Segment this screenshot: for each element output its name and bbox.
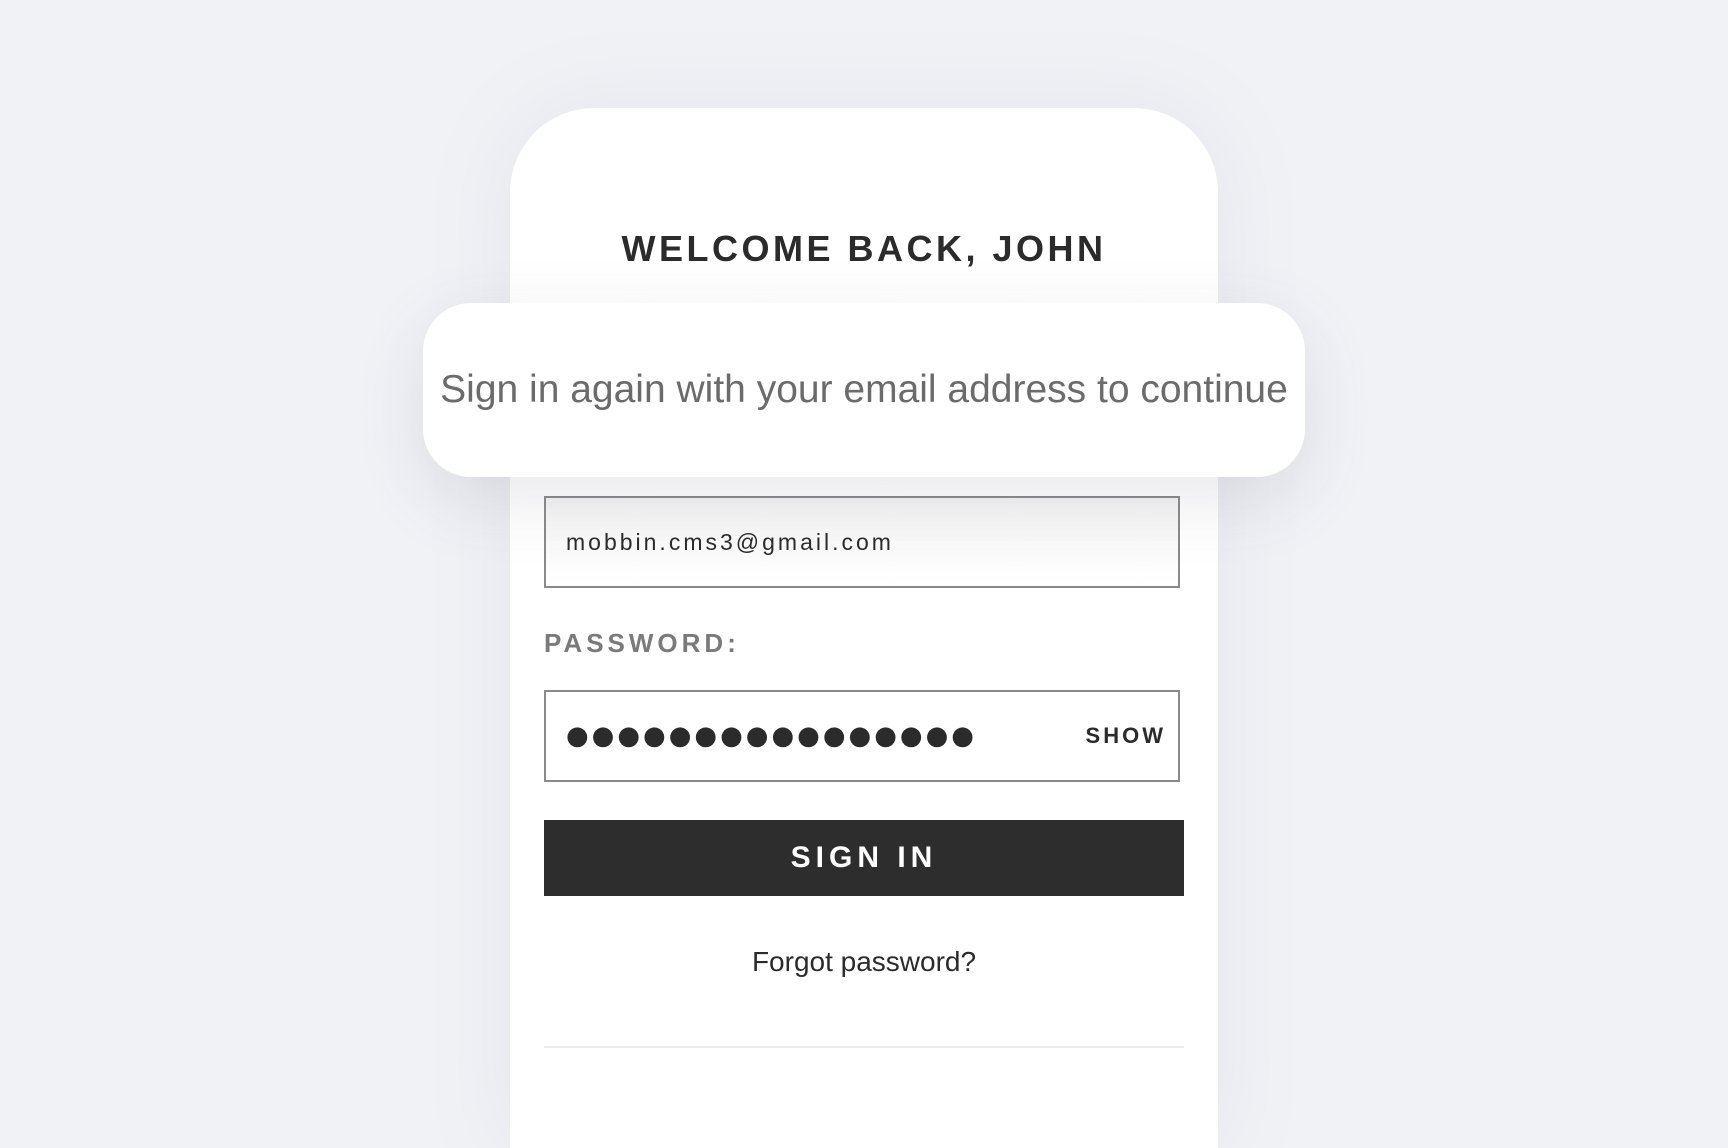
password-label: PASSWORD:	[544, 628, 740, 658]
password-mask: ●●●●●●●●●●●●●●●●	[566, 721, 977, 751]
email-value: mobbin.cms3@gmail.com	[566, 528, 894, 555]
callout-banner: Sign in again with your email address to…	[423, 303, 1305, 477]
sign-in-button[interactable]: SIGN IN	[544, 820, 1184, 896]
forgot-password-link[interactable]: Forgot password?	[510, 946, 1218, 978]
page-title: WELCOME BACK, JOHN	[621, 228, 1107, 269]
divider	[544, 1046, 1184, 1048]
email-field[interactable]: mobbin.cms3@gmail.com	[544, 496, 1180, 588]
password-field[interactable]: ●●●●●●●●●●●●●●●● SHOW	[544, 690, 1180, 782]
callout-text: Sign in again with your email address to…	[440, 368, 1288, 411]
login-card: WELCOME BACK, JOHN mobbin.cms3@gmail.com…	[510, 108, 1218, 1148]
show-password-toggle[interactable]: SHOW	[1086, 723, 1166, 749]
